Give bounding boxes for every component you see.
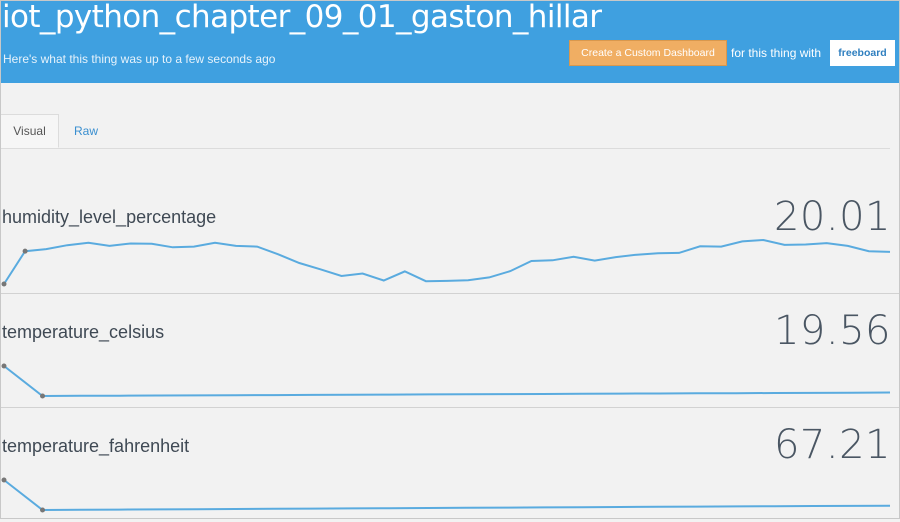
create-custom-dashboard-button[interactable]: Create a Custom Dashboard [569, 40, 727, 66]
metric-temperature-celsius: temperature_celsius 19.56 [0, 294, 900, 408]
sparkline-path [3, 479, 891, 512]
sparkline-point [1, 281, 7, 287]
view-tabs: Visual Raw [0, 114, 890, 149]
metric-temperature-fahrenheit: temperature_fahrenheit 67.21 [0, 408, 900, 522]
sparkline-humidity [1, 238, 891, 287]
freeboard-button[interactable]: freeboard [830, 40, 895, 66]
sparkline-path [3, 238, 891, 285]
tab-raw[interactable]: Raw [60, 114, 112, 148]
sparkline-point [1, 363, 7, 369]
sparkline-temperature-fahrenheit [1, 477, 891, 513]
page-header: iot_python_chapter_09_01_gaston_hillar H… [0, 0, 900, 83]
metric-humidity: humidity_level_percentage 20.01 [0, 180, 900, 294]
sparkline-point [1, 477, 7, 483]
sparkline-point [40, 393, 46, 399]
thing-subtitle: Here's what this thing was up to a few s… [3, 52, 276, 66]
for-thing-text: for this thing with [731, 46, 822, 60]
sparkline-temperature-celsius [1, 363, 891, 399]
thing-title: iot_python_chapter_09_01_gaston_hillar [2, 0, 602, 35]
sparkline-path [3, 365, 891, 398]
sparkline-point [22, 248, 28, 254]
tab-visual[interactable]: Visual [0, 114, 59, 148]
sparkline-point [40, 507, 46, 513]
